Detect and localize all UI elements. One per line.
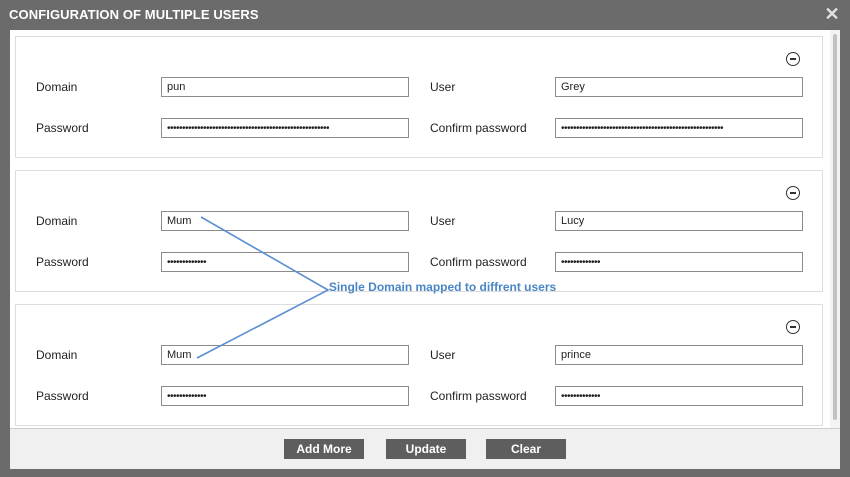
dialog-title: CONFIGURATION OF MULTIPLE USERS (9, 7, 259, 22)
close-icon[interactable]: ✕ (824, 5, 840, 23)
remove-circle-icon[interactable] (786, 52, 800, 66)
config-dialog: CONFIGURATION OF MULTIPLE USERS ✕ Domain… (0, 0, 850, 477)
password-label: Password (36, 255, 89, 269)
add-more-button[interactable]: Add More (284, 439, 364, 459)
domain-field[interactable] (161, 345, 409, 365)
user-label: User (430, 214, 456, 228)
confirm-password-label: Confirm password (430, 255, 527, 269)
user-label: User (430, 348, 456, 362)
user-label: User (430, 80, 456, 94)
dialog-body: Domain User Password Confirm password Do… (10, 30, 840, 428)
user-config-panel: Domain User Password Confirm password (15, 170, 823, 292)
confirm-password-field[interactable] (555, 386, 803, 406)
password-label: Password (36, 389, 89, 403)
scrollbar-thumb[interactable] (833, 34, 837, 420)
password-field[interactable] (161, 118, 409, 138)
confirm-password-label: Confirm password (430, 389, 527, 403)
domain-label: Domain (36, 80, 78, 94)
dialog-titlebar: CONFIGURATION OF MULTIPLE USERS ✕ (0, 0, 850, 30)
password-field[interactable] (161, 386, 409, 406)
domain-label: Domain (36, 348, 78, 362)
annotation-callout: Single Domain mapped to diffrent users (328, 280, 557, 294)
user-config-panel: Domain User Password Confirm password (15, 304, 823, 426)
update-button[interactable]: Update (386, 439, 466, 459)
domain-field[interactable] (161, 77, 409, 97)
clear-button[interactable]: Clear (486, 439, 566, 459)
remove-circle-icon[interactable] (786, 320, 800, 334)
confirm-password-field[interactable] (555, 252, 803, 272)
password-field[interactable] (161, 252, 409, 272)
dialog-footer: Add More Update Clear (10, 428, 840, 469)
domain-field[interactable] (161, 211, 409, 231)
user-config-panel: Domain User Password Confirm password (15, 36, 823, 158)
user-field[interactable] (555, 77, 803, 97)
vertical-scrollbar[interactable] (830, 30, 840, 428)
user-field[interactable] (555, 211, 803, 231)
user-field[interactable] (555, 345, 803, 365)
remove-circle-icon[interactable] (786, 186, 800, 200)
confirm-password-label: Confirm password (430, 121, 527, 135)
password-label: Password (36, 121, 89, 135)
domain-label: Domain (36, 214, 78, 228)
confirm-password-field[interactable] (555, 118, 803, 138)
